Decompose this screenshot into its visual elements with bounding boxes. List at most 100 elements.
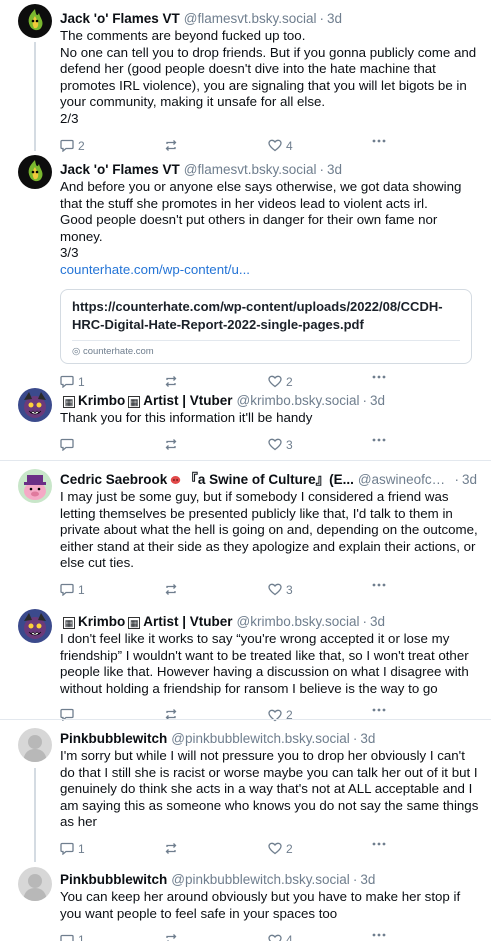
author-handle[interactable]: @krimbo.bsky.social xyxy=(237,392,360,409)
card-title-line: https://counterhate.com/wp-content/uploa… xyxy=(72,298,443,314)
avatar[interactable] xyxy=(18,609,52,643)
repost-button[interactable] xyxy=(164,139,182,152)
avatar[interactable] xyxy=(18,728,52,762)
author-handle[interactable]: @aswineofculture... xyxy=(358,471,452,488)
post-text: The comments are beyond fucked up too. N… xyxy=(60,28,477,128)
text-line: private about what the hell is going on … xyxy=(60,522,478,538)
avatar[interactable] xyxy=(18,155,52,189)
more-options-button[interactable] xyxy=(372,438,386,442)
more-options-button[interactable] xyxy=(372,933,386,937)
heart-icon xyxy=(268,584,282,596)
name-emoji-icon: ▦ xyxy=(63,617,75,629)
text-line: defend her (good people doesn't dive int… xyxy=(60,61,436,77)
post-time[interactable]: 3d xyxy=(360,730,375,747)
repost-button[interactable] xyxy=(164,583,182,596)
separator-dot: · xyxy=(319,11,324,26)
text-line: do that I still she is racist or worse m… xyxy=(60,764,478,780)
like-count: 2 xyxy=(286,841,293,856)
like-button[interactable]: 3 xyxy=(268,583,293,597)
more-options-button[interactable] xyxy=(372,842,386,846)
repost-button[interactable] xyxy=(164,438,182,451)
reply-button[interactable]: 1 xyxy=(60,933,85,941)
avatar[interactable] xyxy=(18,4,52,38)
text-line: Thank you for this information it'll be … xyxy=(60,410,313,425)
text-line: that the stuff she promotes in her video… xyxy=(60,195,428,211)
more-icon xyxy=(372,583,386,587)
post[interactable]: Cedric Saebrook 『a Swine of Culture』(E..… xyxy=(0,460,491,603)
post-actions: 1 4 xyxy=(60,926,477,941)
more-options-button[interactable] xyxy=(372,708,386,712)
post-link[interactable]: counterhate.com/wp-content/u... xyxy=(60,262,477,279)
link-card[interactable]: https://counterhate.com/wp-content/uploa… xyxy=(60,288,472,364)
thread-line xyxy=(34,768,36,862)
more-options-button[interactable] xyxy=(372,375,386,379)
post-text: You can keep her around obviously but yo… xyxy=(60,889,477,922)
repost-button[interactable] xyxy=(164,933,182,941)
post-header: Pinkbubblewitch @pinkbubblewitch.bsky.so… xyxy=(60,730,477,747)
author-handle[interactable]: @flamesvt.bsky.social xyxy=(184,161,317,178)
like-count: 3 xyxy=(286,582,293,597)
author-handle[interactable]: @krimbo.bsky.social xyxy=(237,613,360,630)
author-name-suffix[interactable]: 『a Swine of Culture』(E... xyxy=(184,471,354,488)
pig-nose-icon xyxy=(171,475,181,484)
reply-button[interactable]: 1 xyxy=(60,842,85,856)
reply-button[interactable] xyxy=(60,438,78,451)
post-text: And before you or anyone else says other… xyxy=(60,179,477,279)
post-header: Jack 'o' Flames VT @flamesvt.bsky.social… xyxy=(60,10,477,27)
text-line: without holding a friendship for ransom … xyxy=(60,680,438,696)
repost-button[interactable] xyxy=(164,842,182,855)
post-header: Jack 'o' Flames VT @flamesvt.bsky.social… xyxy=(60,161,477,178)
author-name[interactable]: Jack 'o' Flames VT xyxy=(60,161,180,178)
post[interactable]: ▦ Krimbo ▦ Artist | Vtuber @krimbo.bsky.… xyxy=(0,603,491,722)
author-name[interactable]: Pinkbubblewitch xyxy=(60,871,167,888)
avatar[interactable] xyxy=(18,867,52,901)
avatar[interactable] xyxy=(18,388,52,422)
post-text: I'm sorry but while I will not pressure … xyxy=(60,748,478,831)
post[interactable]: Jack 'o' Flames VT @flamesvt.bsky.social… xyxy=(0,0,491,153)
post[interactable]: ▦ Krimbo ▦ Artist | Vtuber @krimbo.bsky.… xyxy=(0,382,491,460)
author-name-suffix[interactable]: Artist | Vtuber xyxy=(143,613,232,630)
author-name-suffix[interactable]: Artist | Vtuber xyxy=(143,392,232,409)
separator-dot: · xyxy=(454,472,459,487)
more-icon xyxy=(372,375,386,378)
author-name[interactable]: Krimbo xyxy=(78,392,125,409)
like-button[interactable]: 3 xyxy=(268,438,293,452)
more-options-button[interactable] xyxy=(372,139,386,143)
more-options-button[interactable] xyxy=(372,583,386,587)
text-line: else cut ties. xyxy=(60,555,134,571)
post-time[interactable]: 3d xyxy=(327,161,342,178)
avatar[interactable] xyxy=(18,469,52,503)
separator-dot: · xyxy=(362,393,368,408)
like-count: 4 xyxy=(286,933,293,941)
text-line: your community, making it unsafe for all… xyxy=(60,94,326,110)
post[interactable]: Jack 'o' Flames VT @flamesvt.bsky.social… xyxy=(0,151,491,389)
author-handle[interactable]: @pinkbubblewitch.bsky.social xyxy=(171,730,350,747)
reply-button[interactable]: 1 xyxy=(60,583,85,597)
author-name[interactable]: Jack 'o' Flames VT xyxy=(60,10,180,27)
separator-dot: · xyxy=(319,162,324,177)
text-line: No one can tell you to drop friends. But… xyxy=(60,44,477,60)
post-time[interactable]: 3d xyxy=(360,871,375,888)
author-name[interactable]: Krimbo xyxy=(78,613,125,630)
post-time[interactable]: 3d xyxy=(462,471,477,488)
post-time[interactable]: 3d xyxy=(370,392,385,409)
author-handle[interactable]: @flamesvt.bsky.social xyxy=(184,10,317,27)
more-icon xyxy=(372,842,386,846)
post-time[interactable]: 3d xyxy=(327,10,342,27)
post-text: I don't feel like it works to say “you'r… xyxy=(60,631,477,697)
like-button[interactable]: 4 xyxy=(268,933,293,941)
separator-dot: · xyxy=(352,872,358,887)
post-time[interactable]: 3d xyxy=(370,613,385,630)
post-actions: 3 xyxy=(60,431,477,461)
post[interactable]: Pinkbubblewitch @pinkbubblewitch.bsky.so… xyxy=(0,719,491,862)
post[interactable]: Pinkbubblewitch @pinkbubblewitch.bsky.so… xyxy=(0,861,491,941)
author-name[interactable]: Cedric Saebrook xyxy=(60,471,167,488)
separator-dot: · xyxy=(362,614,368,629)
repost-icon xyxy=(165,139,177,151)
text-line: I'm sorry but while I will not pressure … xyxy=(60,748,465,763)
author-handle[interactable]: @pinkbubblewitch.bsky.social xyxy=(171,871,350,888)
like-button[interactable]: 2 xyxy=(268,842,293,856)
author-name[interactable]: Pinkbubblewitch xyxy=(60,730,167,747)
post-actions: 1 3 xyxy=(60,576,477,606)
heart-icon xyxy=(268,438,282,451)
